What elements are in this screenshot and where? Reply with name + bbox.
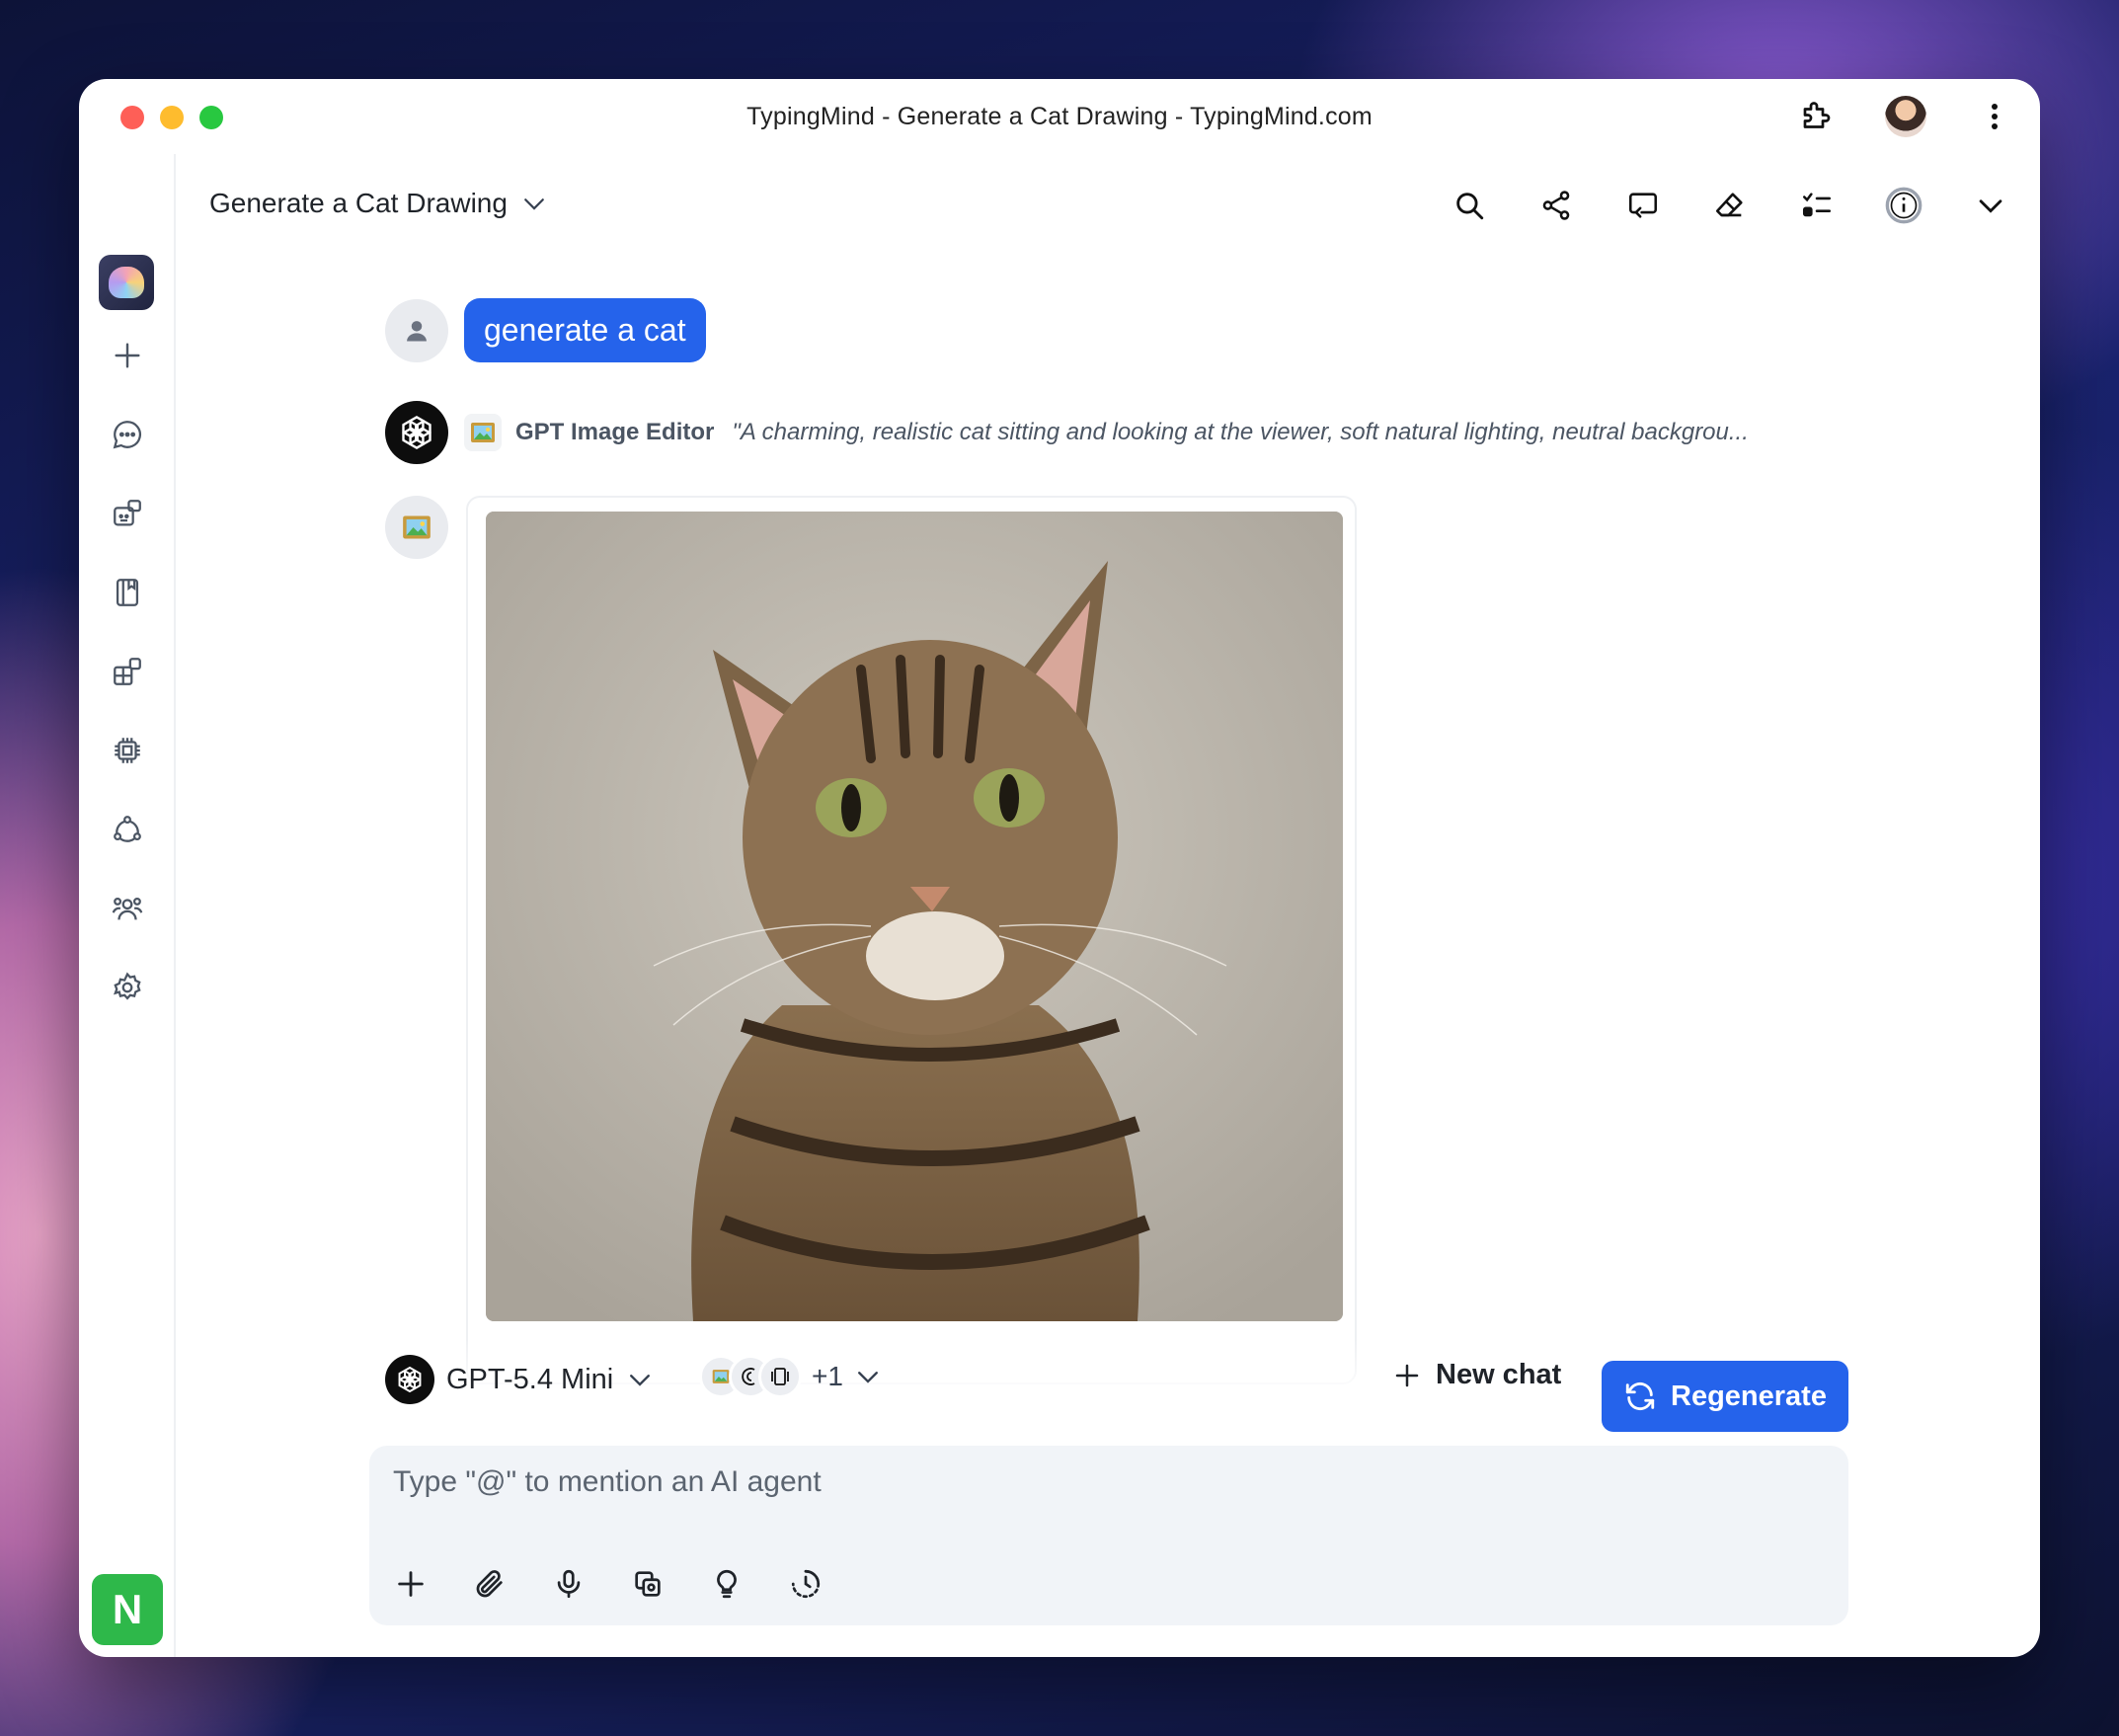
- add-icon[interactable]: [389, 1562, 432, 1606]
- window-controls: [120, 106, 223, 129]
- canvas-plugin-icon: [758, 1355, 802, 1398]
- user-message-bubble: generate a cat: [464, 298, 706, 362]
- agents-icon[interactable]: [79, 474, 176, 553]
- openai-logo-icon: [385, 1355, 434, 1404]
- user-avatar-icon: [385, 298, 448, 362]
- plugins-selector[interactable]: +1: [699, 1355, 883, 1398]
- lightbulb-icon[interactable]: [705, 1562, 748, 1606]
- settings-icon[interactable]: [79, 948, 176, 1027]
- framed-picture-icon: [385, 496, 448, 559]
- sidebar-nav: [79, 316, 176, 1027]
- new-chat-icon[interactable]: [79, 316, 176, 395]
- models-icon[interactable]: [79, 711, 176, 790]
- zoom-window-button[interactable]: [199, 106, 223, 129]
- title-bar: TypingMind - Generate a Cat Drawing - Ty…: [79, 79, 2040, 154]
- chevron-down-icon: [625, 1365, 655, 1394]
- tool-arguments: "A charming, realistic cat sitting and l…: [732, 419, 1749, 445]
- plugins-icon[interactable]: [79, 632, 176, 711]
- user-message: generate a cat: [385, 298, 706, 362]
- user-account-badge[interactable]: N: [92, 1574, 163, 1645]
- generated-cat-image[interactable]: [486, 512, 1343, 1321]
- workflows-icon[interactable]: [79, 790, 176, 869]
- tool-name: GPT Image Editor: [515, 419, 715, 445]
- new-chat-button[interactable]: New chat: [1392, 1359, 1561, 1391]
- message-composer: [369, 1446, 1848, 1625]
- image-card: [466, 496, 1357, 1384]
- regenerate-button[interactable]: Regenerate: [1602, 1361, 1848, 1432]
- regenerate-label: Regenerate: [1671, 1380, 1827, 1412]
- copy-prompts-icon[interactable]: [626, 1562, 669, 1606]
- chat-title: Generate a Cat Drawing: [209, 188, 508, 218]
- search-icon[interactable]: [1446, 182, 1493, 229]
- collapse-chevron-icon[interactable]: [1967, 182, 2014, 229]
- eraser-icon[interactable]: [1706, 182, 1754, 229]
- new-chat-label: New chat: [1436, 1359, 1562, 1390]
- titlebar-actions: [1793, 93, 2018, 140]
- close-window-button[interactable]: [120, 106, 144, 129]
- plus-icon: [1392, 1361, 1422, 1390]
- refresh-icon: [1623, 1380, 1657, 1413]
- message-input[interactable]: [393, 1465, 1815, 1499]
- chat-title-dropdown[interactable]: Generate a Cat Drawing: [209, 188, 549, 219]
- share-icon[interactable]: [1532, 182, 1580, 229]
- minimize-window-button[interactable]: [160, 106, 184, 129]
- chevron-down-icon: [853, 1362, 883, 1391]
- microphone-icon[interactable]: [547, 1562, 590, 1606]
- model-selector[interactable]: GPT-5.4 Mini: [385, 1355, 655, 1404]
- team-icon[interactable]: [79, 869, 176, 948]
- chats-icon[interactable]: [79, 395, 176, 474]
- chat-toolbar: [1446, 182, 2014, 229]
- profile-avatar[interactable]: [1882, 93, 1929, 140]
- info-icon[interactable]: [1880, 182, 1927, 229]
- model-name: GPT-5.4 Mini: [446, 1363, 614, 1395]
- framed-picture-icon: [464, 414, 502, 451]
- more-vertical-icon[interactable]: [1971, 93, 2018, 140]
- composer-toolbar: [389, 1562, 827, 1606]
- plugin-icons: [699, 1355, 802, 1398]
- openai-logo-icon: [385, 401, 448, 464]
- extension-icon[interactable]: [1793, 93, 1841, 140]
- attachment-icon[interactable]: [468, 1562, 511, 1606]
- prompt-library-icon[interactable]: [79, 553, 176, 632]
- chevron-down-icon: [519, 189, 549, 218]
- checklist-icon[interactable]: [1793, 182, 1841, 229]
- window-title: TypingMind - Generate a Cat Drawing - Ty…: [746, 102, 1373, 130]
- app-logo[interactable]: [99, 255, 154, 310]
- reply-icon[interactable]: [1619, 182, 1667, 229]
- image-result-message: [385, 496, 1357, 1384]
- history-icon[interactable]: [784, 1562, 827, 1606]
- app-window: TypingMind - Generate a Cat Drawing - Ty…: [79, 79, 2040, 1657]
- more-plugins-count: +1: [812, 1361, 843, 1391]
- tool-call-message[interactable]: GPT Image Editor "A charming, realistic …: [385, 401, 1906, 464]
